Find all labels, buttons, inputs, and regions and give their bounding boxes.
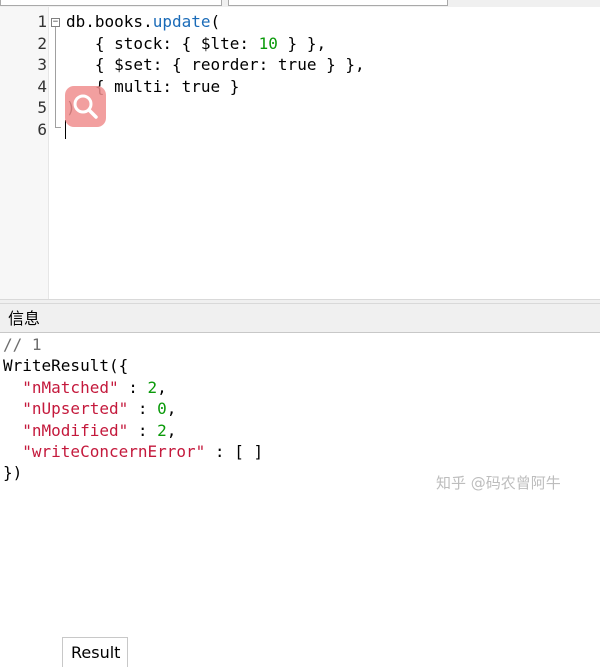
- code-token: "writeConcernError": [22, 442, 206, 461]
- fold-guide-line: [55, 27, 56, 127]
- code-token: db.books.: [66, 12, 153, 31]
- code-token: 10: [258, 33, 278, 53]
- code-token: { stock: { $lte:: [66, 33, 259, 53]
- line-number: 2: [37, 33, 47, 53]
- code-token: update: [152, 12, 211, 31]
- toolbar-strip: [0, 0, 600, 7]
- line-number: 3: [37, 55, 47, 75]
- line-number: 6: [37, 120, 47, 139]
- result-line: // 1: [3, 334, 42, 355]
- code-token: { $set: { reorder: true } },: [66, 55, 365, 75]
- result-line: WriteResult({: [3, 355, 128, 376]
- line-number: 4: [37, 76, 47, 96]
- code-token: "nModified": [22, 420, 129, 440]
- result-line: "nUpserted" : 0,: [3, 398, 176, 419]
- fold-guide-end: [55, 127, 61, 128]
- toolbar-field-left[interactable]: [0, 0, 222, 6]
- result-line: "writeConcernError" : [ ]: [3, 441, 263, 462]
- code-token: WriteResult({: [3, 356, 129, 376]
- line-number-gutter: 1 2 3 4 5 6: [0, 7, 49, 299]
- output-tab-bar: 信息 Result: [0, 304, 600, 667]
- tab-info[interactable]: 信息: [0, 304, 59, 333]
- code-token: "nUpserted": [22, 399, 129, 419]
- code-token: ,: [166, 420, 177, 440]
- code-token: 2: [157, 420, 167, 440]
- code-token: }): [3, 463, 23, 483]
- code-token: : [ ]: [205, 442, 264, 461]
- toolbar-field-right[interactable]: [228, 0, 448, 6]
- code-token: ,: [166, 399, 177, 419]
- result-line: }): [3, 462, 22, 483]
- search-icon[interactable]: [65, 86, 106, 127]
- code-token: (: [210, 12, 221, 31]
- code-token: } },: [277, 33, 327, 53]
- line-number: 1: [37, 12, 47, 31]
- code-token: :: [128, 399, 158, 419]
- result-line: "nMatched" : 2,: [3, 377, 167, 398]
- code-token: "nMatched": [22, 377, 119, 397]
- code-token: :: [128, 420, 158, 440]
- code-token: ,: [157, 377, 167, 397]
- code-line[interactable]: { stock: { $lte: 10 } },: [66, 33, 326, 55]
- watermark: 知乎 @码农曾阿牛: [436, 474, 561, 492]
- code-token: :: [118, 377, 148, 397]
- line-number: 5: [37, 98, 47, 118]
- code-token: 0: [157, 399, 167, 419]
- tab-result[interactable]: Result: [62, 637, 128, 667]
- query-editor[interactable]: 1 2 3 4 5 6 − db.books.update( { stock: …: [0, 7, 600, 299]
- fold-toggle-icon[interactable]: −: [51, 18, 60, 27]
- code-line[interactable]: db.books.update(: [66, 11, 220, 33]
- code-token: 2: [147, 377, 158, 397]
- result-line: "nModified" : 2,: [3, 420, 176, 441]
- code-token: // 1: [3, 335, 42, 354]
- code-line[interactable]: { $set: { reorder: true } },: [66, 54, 365, 76]
